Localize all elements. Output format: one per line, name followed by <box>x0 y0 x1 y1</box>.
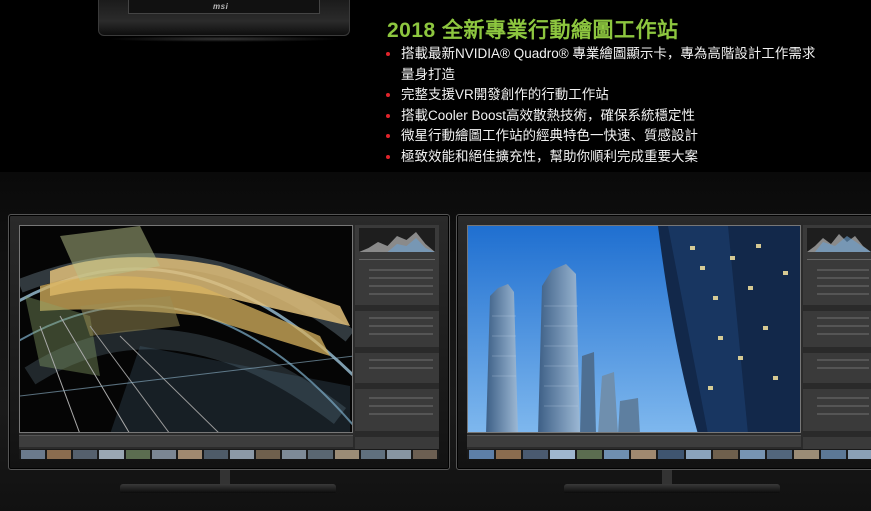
feature-list: 搭載最新NVIDIA® Quadro® 專業繪圖顯示卡，專為高階設計工作需求量身… <box>386 44 826 167</box>
bullet-icon <box>386 113 390 118</box>
feature-text: 微星行動繪圖工作站的經典特色一快速、質感設計 <box>401 128 698 143</box>
bullet-icon <box>386 154 390 159</box>
feature-item: 搭載最新NVIDIA® Quadro® 專業繪圖顯示卡，專為高階設計工作需求量身… <box>386 44 826 85</box>
feature-item: 微星行動繪圖工作站的經典特色一快速、質感設計 <box>386 126 826 147</box>
skyscrapers-photo <box>467 225 801 433</box>
monitor-neck <box>662 470 672 484</box>
feature-text: 完整支援VR開發創作的行動工作站 <box>401 87 609 102</box>
monitor-showcase <box>0 172 871 511</box>
bullet-icon <box>386 134 390 138</box>
laptop-image: msi <box>98 0 350 42</box>
monitor-screen <box>19 225 439 459</box>
editor-side-panel <box>803 225 871 451</box>
feature-item: 極致效能和絕佳擴充性，幫助你順利完成重要大案 <box>386 147 826 168</box>
histogram <box>807 228 871 252</box>
feature-item: 完整支援VR開發創作的行動工作站 <box>386 85 826 106</box>
feature-text: 搭載最新NVIDIA® Quadro® 專業繪圖顯示卡，專為高階設計工作需求量身… <box>401 46 816 82</box>
product-banner: msi 2018 全新專業行動繪圖工作站 搭載最新NVIDIA® Quadro®… <box>0 0 871 172</box>
monitor-stand <box>564 484 780 493</box>
3d-architecture-render <box>19 225 353 433</box>
feature-text: 搭載Cooler Boost高效散熱技術，確保系統穩定性 <box>401 107 696 123</box>
editor-side-panel <box>355 225 439 451</box>
monitor-bezel <box>456 214 871 470</box>
monitor-stand <box>120 484 336 493</box>
editor-toolbar <box>19 435 353 447</box>
monitor-neck <box>220 470 230 484</box>
filmstrip <box>19 449 439 459</box>
feature-item: 搭載Cooler Boost高效散熱技術，確保系統穩定性 <box>386 106 826 127</box>
monitor-bezel <box>8 214 450 470</box>
laptop-brand-logo: msi <box>213 2 229 11</box>
editor-toolbar <box>467 435 801 447</box>
feature-text: 極致效能和絕佳擴充性，幫助你順利完成重要大案 <box>401 148 698 164</box>
monitor-screen <box>467 225 871 459</box>
page-headline: 2018 全新專業行動繪圖工作站 <box>387 19 679 42</box>
histogram <box>359 228 435 252</box>
filmstrip <box>467 449 871 459</box>
bullet-icon <box>386 52 390 56</box>
bullet-icon <box>386 93 390 97</box>
